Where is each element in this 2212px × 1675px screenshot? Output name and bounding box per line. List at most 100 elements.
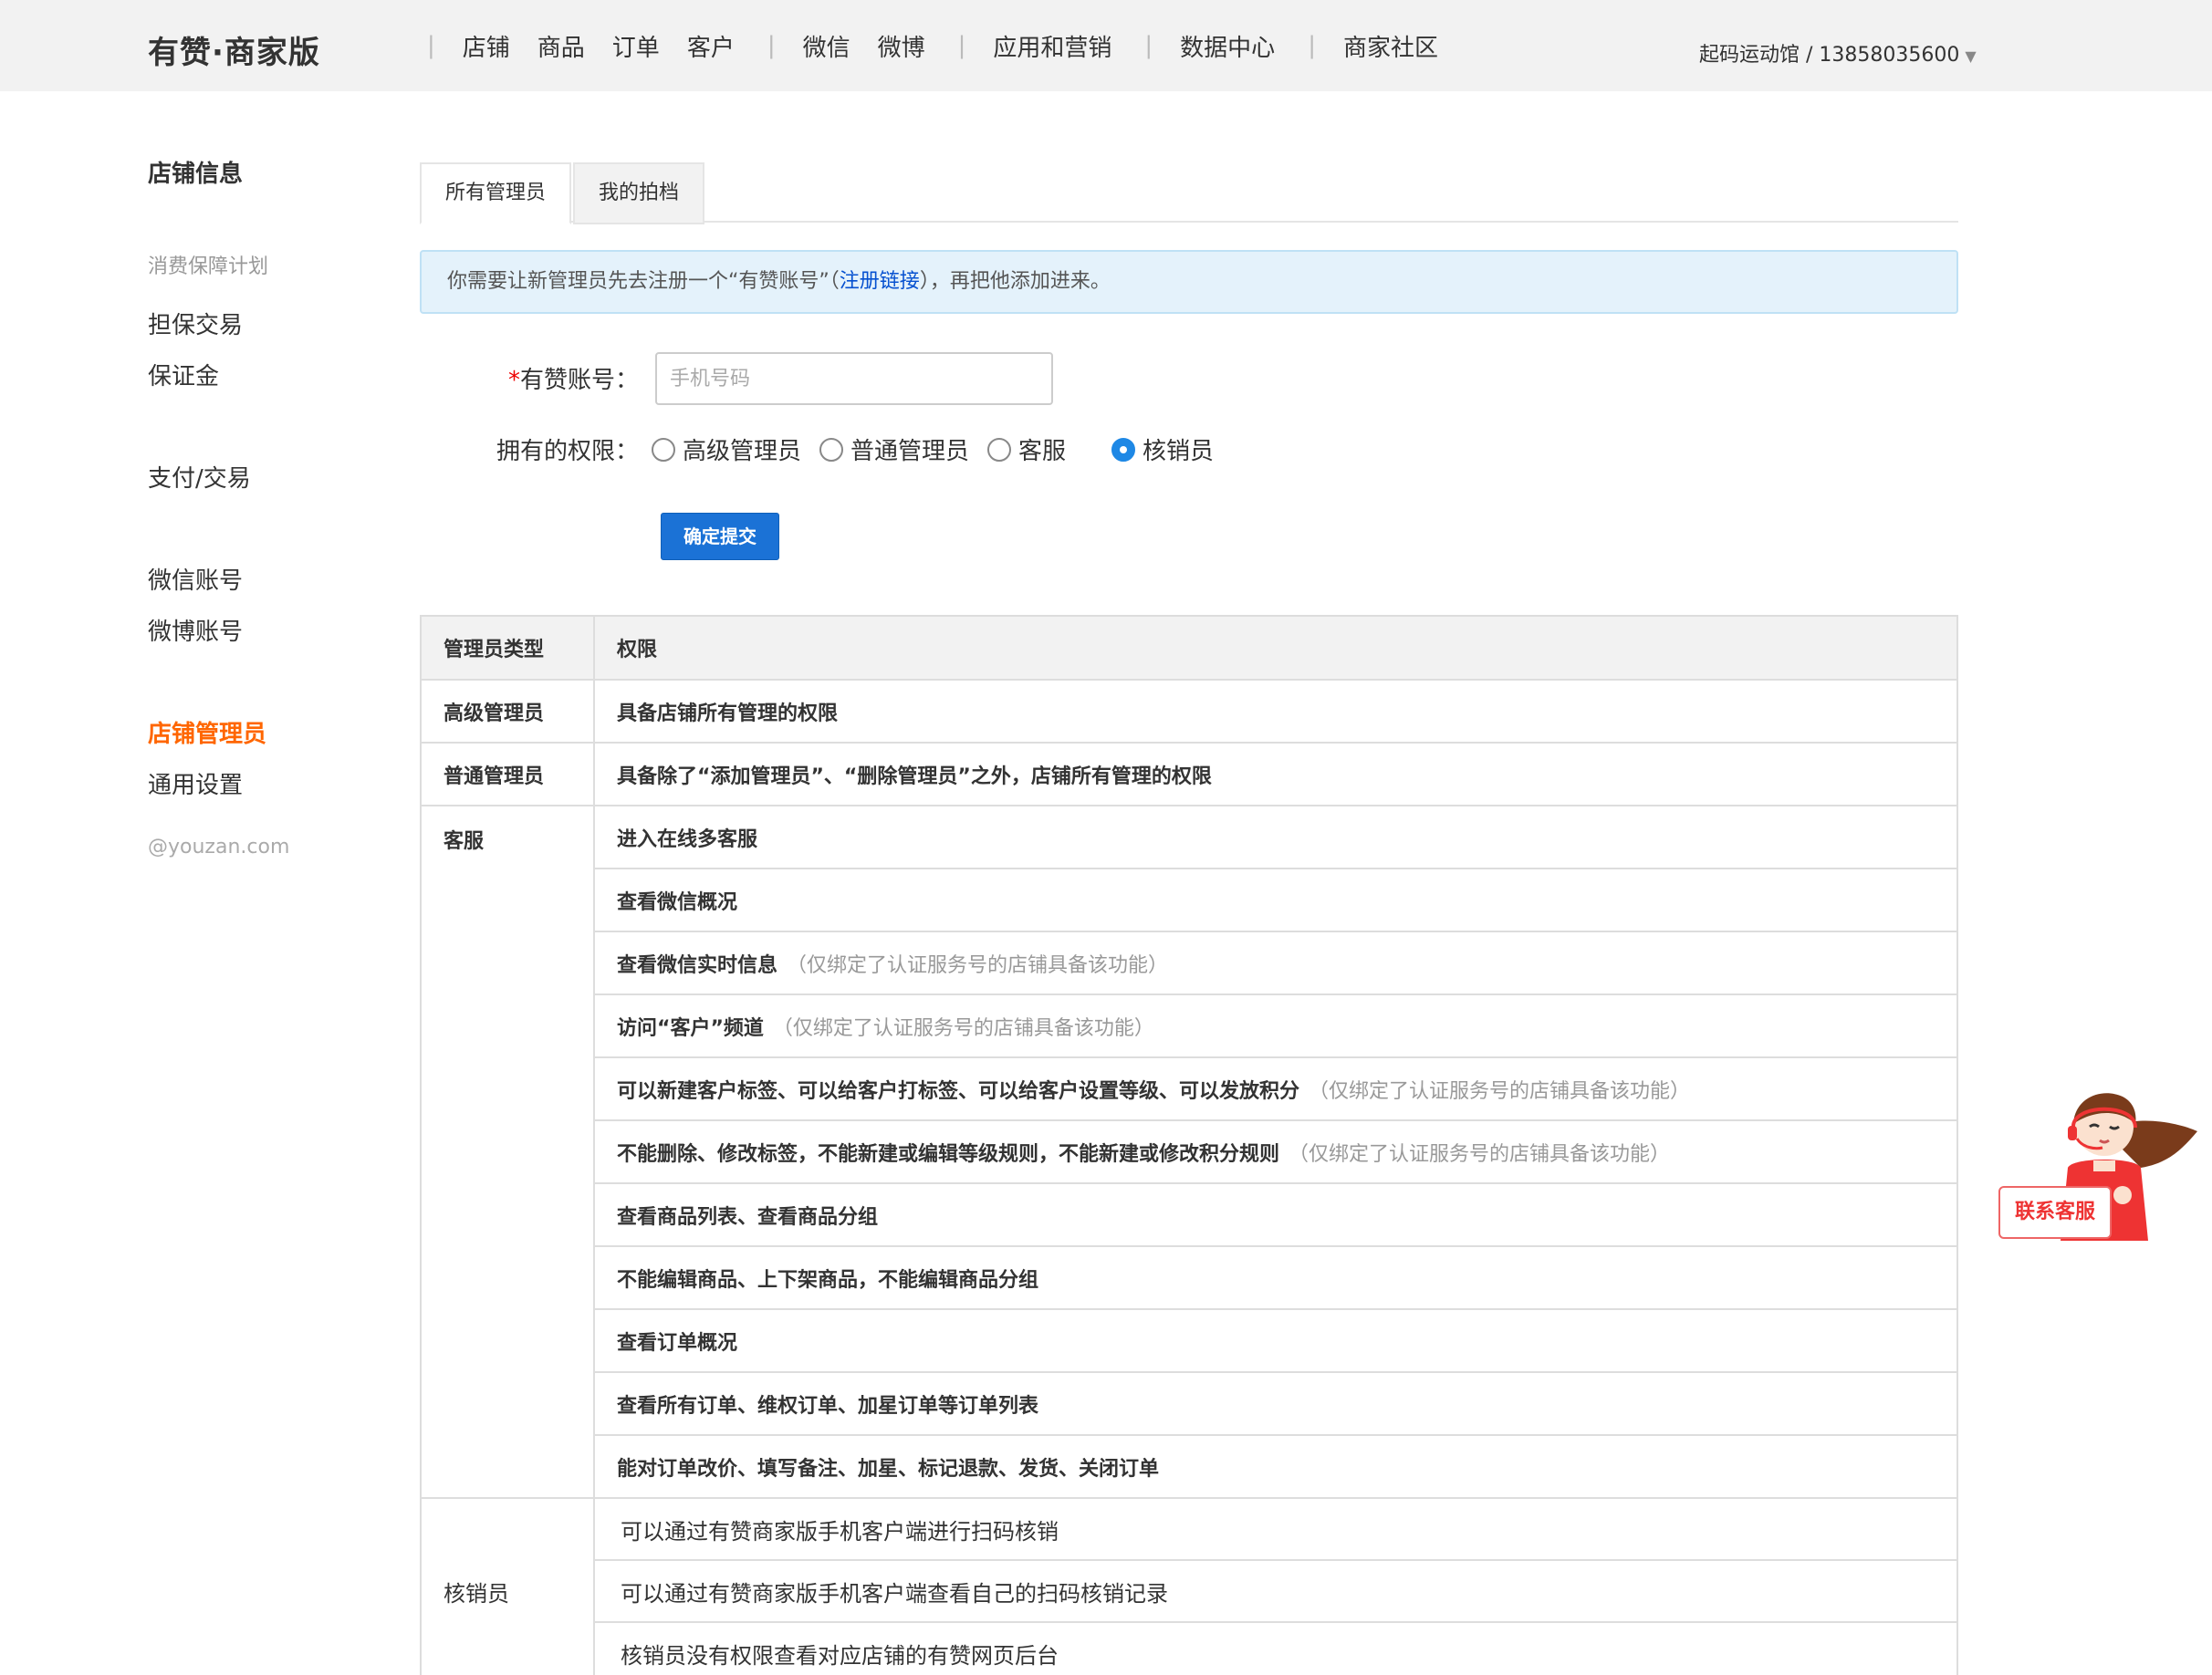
permission-text: 可以新建客户标签、可以给客户打标签、可以给客户设置等级、可以发放积分 — [617, 1079, 1300, 1103]
table-row: 可以通过有赞商家版手机客户端查看自己的扫码核销记录 — [421, 1559, 1958, 1623]
radio-verifier[interactable]: 核销员 — [1111, 432, 1214, 466]
table-row: 核销员没有权限查看对应店铺的有赞网页后台 — [421, 1621, 1958, 1675]
main-content: 所有管理员 我的拍档 你需要让新管理员先去注册一个“有赞账号”（注册链接），再把… — [420, 162, 1958, 1675]
table-row: 高级管理员 具备店铺所有管理的权限 — [420, 679, 1958, 744]
table-row: 查看订单概况 — [421, 1308, 1958, 1373]
permission-text: 查看微信实时信息 — [617, 953, 778, 977]
main-nav: | 店铺 商品 订单 客户 | 微信 微博 | 应用和营销 | 数据中心 | 商… — [422, 0, 1466, 91]
nav-item-merchant-community[interactable]: 商家社区 — [1343, 29, 1438, 63]
permission-cell: 查看商品列表、查看商品分组 — [593, 1182, 1958, 1247]
permission-cell: 具备除了“添加管理员”、“删除管理员”之外，店铺所有管理的权限 — [593, 742, 1958, 806]
nav-item-goods[interactable]: 商品 — [537, 29, 585, 63]
permission-text: 进入在线多客服 — [617, 827, 758, 851]
permission-note: （仅绑定了认证服务号的店铺具备该功能） — [787, 953, 1169, 977]
nav-item-wechat[interactable]: 微信 — [803, 29, 850, 63]
permission-cell: 查看订单概况 — [593, 1308, 1958, 1373]
column-header-admin-type: 管理员类型 — [420, 615, 595, 681]
permission-cell: 可以通过有赞商家版手机客户端查看自己的扫码核销记录 — [593, 1559, 1958, 1623]
sidebar-item-deposit[interactable]: 保证金 — [148, 358, 219, 391]
brand-logo-text[interactable]: 有赞·商家版 — [148, 27, 320, 72]
sidebar-item-store-admin[interactable]: 店铺管理员 — [148, 715, 266, 749]
permission-cell: 查看微信实时信息 （仅绑定了认证服务号的店铺具备该功能） — [593, 931, 1958, 995]
permission-cell: 能对订单改价、填写备注、加星、标记退款、发货、关闭订单 — [593, 1434, 1958, 1499]
nav-item-orders[interactable]: 订单 — [612, 29, 660, 63]
table-row: 客服 进入在线多客服 — [420, 805, 1958, 1499]
register-link[interactable]: 注册链接 — [840, 270, 920, 293]
table-row: 查看微信概况 — [421, 868, 1958, 932]
admin-type-cell: 客服 — [420, 805, 595, 1499]
admin-type-cell: 高级管理员 — [420, 679, 595, 744]
column-header-permissions: 权限 — [593, 615, 1958, 681]
permission-cell: 不能编辑商品、上下架商品，不能编辑商品分组 — [593, 1245, 1958, 1310]
admin-type-cell: 普通管理员 — [420, 742, 595, 806]
tab-all-admins[interactable]: 所有管理员 — [420, 162, 572, 224]
sidebar-item-general-settings[interactable]: 通用设置 — [148, 766, 243, 800]
radio-checked-icon — [1111, 437, 1136, 462]
table-row: 查看所有订单、维权订单、加星订单等订单列表 — [421, 1371, 1958, 1436]
permission-cell: 进入在线多客服 — [593, 805, 1958, 869]
table-row: 查看商品列表、查看商品分组 — [421, 1182, 1958, 1247]
table-row: 访问“客户”频道 （仅绑定了认证服务号的店铺具备该功能） — [421, 994, 1958, 1058]
permission-text: 能对订单改价、填写备注、加星、标记退款、发货、关闭订单 — [617, 1457, 1160, 1481]
sidebar-heading-store-info[interactable]: 店铺信息 — [148, 155, 243, 189]
admin-type-cell: 核销员 — [420, 1497, 595, 1675]
radio-senior-admin[interactable]: 高级管理员 — [652, 432, 801, 466]
table-row: 可以新建客户标签、可以给客户打标签、可以给客户设置等级、可以发放积分 （仅绑定了认… — [421, 1056, 1958, 1121]
nav-item-apps-marketing[interactable]: 应用和营销 — [993, 29, 1111, 63]
table-row: 不能删除、修改标签，不能新建或编辑等级规则，不能新建或修改积分规则 （仅绑定了认证… — [421, 1119, 1958, 1184]
caret-down-icon: ▼ — [1965, 47, 1977, 65]
permission-text: 不能编辑商品、上下架商品，不能编辑商品分组 — [617, 1268, 1039, 1292]
notice-prefix: 你需要让新管理员先去注册一个“有赞账号”（ — [447, 270, 840, 293]
contact-service-button[interactable]: 联系客服 — [1998, 1186, 2112, 1239]
table-header-row: 管理员类型 权限 — [420, 615, 1958, 681]
nav-separator: | — [1308, 32, 1316, 59]
tab-my-partners[interactable]: 我的拍档 — [573, 162, 705, 224]
sidebar-item-pay-trade[interactable]: 支付/交易 — [148, 460, 251, 494]
table-row: 普通管理员 具备除了“添加管理员”、“删除管理员”之外，店铺所有管理的权限 — [420, 742, 1958, 806]
sidebar-item-wechat-account[interactable]: 微信账号 — [148, 562, 243, 596]
required-mark: * — [507, 367, 520, 394]
nav-item-data-center[interactable]: 数据中心 — [1180, 29, 1275, 63]
table-row: 核销员 可以通过有赞商家版手机客户端进行扫码核销 — [420, 1497, 1958, 1675]
permission-cell: 核销员没有权限查看对应店铺的有赞网页后台 — [593, 1621, 1958, 1675]
submit-button[interactable]: 确定提交 — [661, 513, 779, 560]
radio-customer-service[interactable]: 客服 — [987, 432, 1066, 466]
permission-cell: 不能删除、修改标签，不能新建或编辑等级规则，不能新建或修改积分规则 （仅绑定了认证… — [593, 1119, 1958, 1184]
nav-item-customers[interactable]: 客户 — [687, 29, 735, 63]
role-radio-group: 高级管理员 普通管理员 客服 核销员 — [652, 432, 1232, 466]
permission-cell: 查看所有订单、维权订单、加星订单等订单列表 — [593, 1371, 1958, 1436]
radio-unchecked-icon — [819, 437, 844, 462]
permission-cell: 可以通过有赞商家版手机客户端进行扫码核销 — [593, 1497, 1958, 1561]
notice-suffix: ），再把他添加进来。 — [919, 270, 1111, 293]
permission-text: 查看订单概况 — [617, 1331, 738, 1355]
radio-label: 普通管理员 — [850, 438, 970, 465]
sidebar-subheading-consumer-guarantee: 消费保障计划 — [148, 255, 269, 278]
radio-unchecked-icon — [652, 437, 675, 462]
sidebar-item-weibo-account[interactable]: 微博账号 — [148, 613, 243, 647]
radio-unchecked-icon — [987, 437, 1012, 462]
permission-note: （仅绑定了认证服务号的店铺具备该功能） — [1289, 1142, 1671, 1166]
sidebar-footer: @youzan.com — [148, 836, 290, 858]
permission-text: 不能删除、修改标签，不能新建或编辑等级规则，不能新建或修改积分规则 — [617, 1142, 1280, 1166]
permission-text: 查看所有订单、维权订单、加星订单等订单列表 — [617, 1394, 1039, 1418]
table-row: 查看微信实时信息 （仅绑定了认证服务号的店铺具备该功能） — [421, 931, 1958, 995]
account-input[interactable] — [655, 352, 1053, 405]
top-navigation-bar: 有赞·商家版 | 店铺 商品 订单 客户 | 微信 微博 | 应用和营销 | 数… — [0, 0, 2212, 91]
account-label: 起码运动馆 / 13858035600 — [1699, 44, 1960, 67]
nav-separator: | — [427, 32, 435, 59]
radio-label: 核销员 — [1143, 438, 1215, 465]
nav-item-weibo[interactable]: 微博 — [878, 29, 925, 63]
permission-label: 拥有的权限： — [496, 438, 639, 465]
nav-item-store[interactable]: 店铺 — [463, 29, 510, 63]
account-menu[interactable]: 起码运动馆 / 13858035600 ▼ — [1699, 38, 1977, 68]
sidebar-item-guarantee-trade[interactable]: 担保交易 — [148, 307, 243, 340]
permission-text: 查看商品列表、查看商品分组 — [617, 1205, 879, 1229]
radio-normal-admin[interactable]: 普通管理员 — [819, 432, 969, 466]
permission-cell: 可以新建客户标签、可以给客户打标签、可以给客户设置等级、可以发放积分 （仅绑定了认… — [593, 1056, 1958, 1121]
permission-note: （仅绑定了认证服务号的店铺具备该功能） — [1309, 1079, 1691, 1103]
permission-text: 访问“客户”频道 — [617, 1016, 764, 1040]
permission-text: 查看微信概况 — [617, 890, 738, 914]
permission-cell: 查看微信概况 — [593, 868, 1958, 932]
nav-separator: | — [1144, 32, 1153, 59]
account-label: *有赞账号： — [420, 361, 639, 395]
